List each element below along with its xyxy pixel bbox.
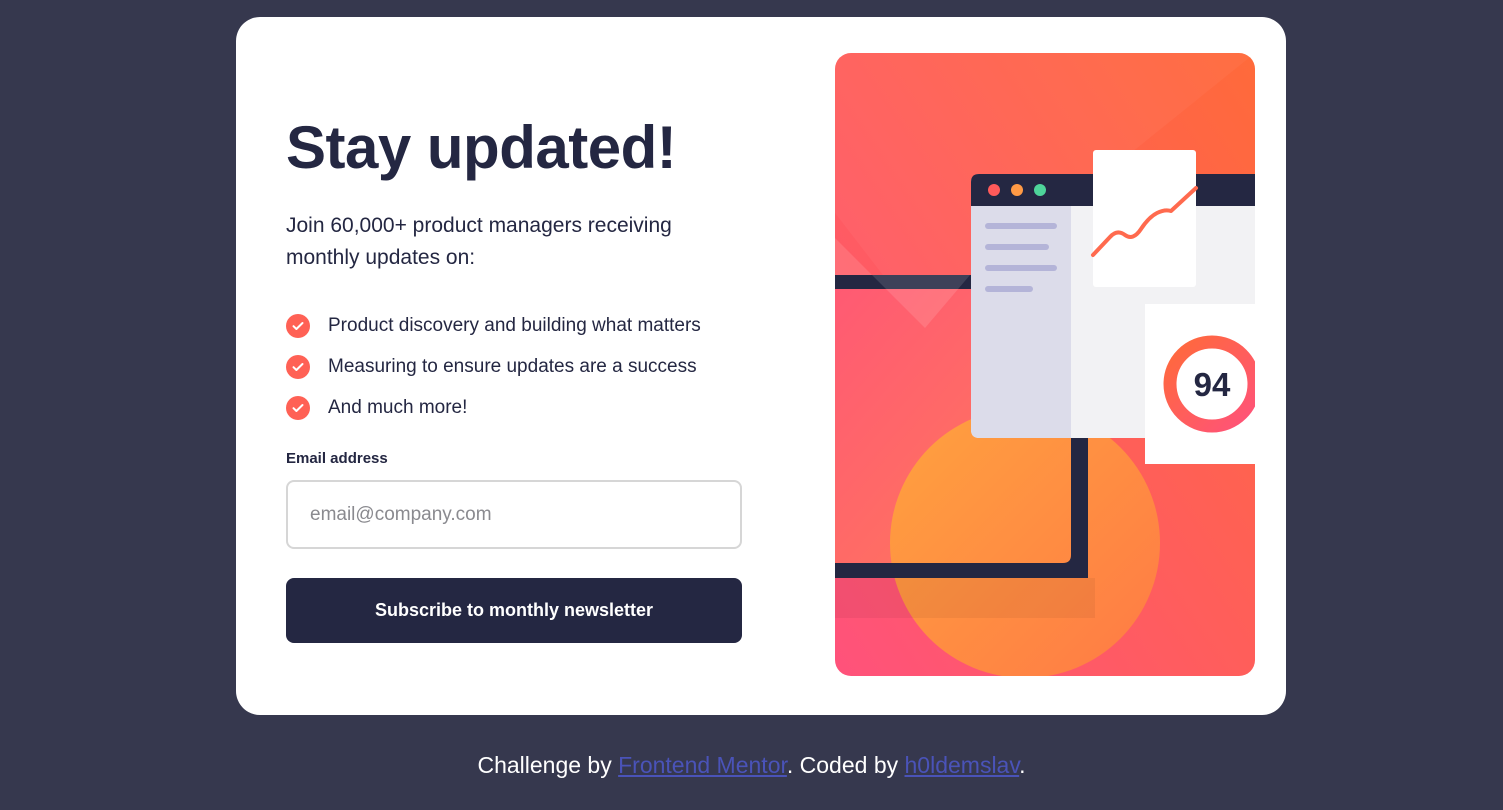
footer-middle: . Coded by xyxy=(786,752,905,778)
signup-card: Stay updated! Join 60,000+ product manag… xyxy=(236,17,1286,715)
attribution-footer: Challenge by Frontend Mentor. Coded by h… xyxy=(0,752,1503,779)
feature-list: Product discovery and building what matt… xyxy=(286,305,701,428)
list-item: And much more! xyxy=(286,387,701,428)
footer-prefix: Challenge by xyxy=(477,752,619,778)
line-chart-icon xyxy=(1091,150,1198,287)
feature-text: Measuring to ensure updates are a succes… xyxy=(328,355,697,377)
intro-text: Join 60,000+ product managers receiving … xyxy=(286,214,672,269)
list-item: Measuring to ensure updates are a succes… xyxy=(286,346,701,387)
footer-suffix: . xyxy=(1019,752,1026,778)
email-label: Email address xyxy=(286,450,388,467)
hero-illustration: 94 xyxy=(835,53,1255,676)
check-icon xyxy=(286,395,310,420)
score-value: 94 xyxy=(1194,366,1231,403)
author-link[interactable]: h0ldemslav xyxy=(905,752,1020,778)
feature-text: And much more! xyxy=(328,396,468,418)
frontend-mentor-link[interactable]: Frontend Mentor xyxy=(618,752,787,778)
score-card: 94 xyxy=(1145,304,1255,464)
email-field[interactable] xyxy=(286,480,742,549)
check-icon xyxy=(286,354,310,379)
subscribe-button[interactable]: Subscribe to monthly newsletter xyxy=(286,578,742,643)
page-title: Stay updated! xyxy=(286,114,677,181)
list-item: Product discovery and building what matt… xyxy=(286,305,701,346)
check-icon xyxy=(286,313,310,338)
feature-text: Product discovery and building what matt… xyxy=(328,314,701,336)
